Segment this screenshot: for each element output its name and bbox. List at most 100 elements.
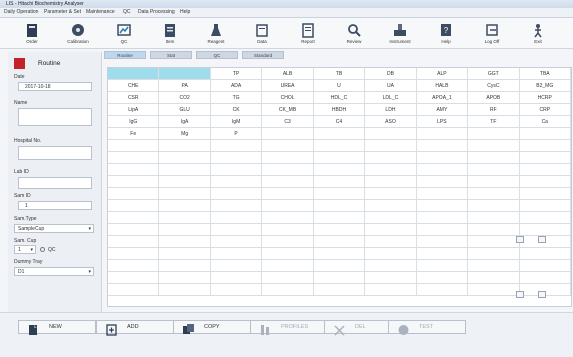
test-item-empty[interactable] [159,188,211,200]
test-item-empty[interactable] [468,260,520,272]
test-item-aso[interactable]: ASO [365,116,417,128]
test-item-empty[interactable] [365,248,417,260]
test-item-empty[interactable] [210,164,263,176]
test-item-empty[interactable] [468,272,520,284]
name-field[interactable] [18,108,92,126]
test-item-empty[interactable] [108,248,160,260]
test-item-apoa_1[interactable]: APOA_1 [416,92,469,104]
sample-type-select[interactable]: SampleCup ▾ [14,224,94,233]
test-item-empty[interactable] [519,164,571,176]
test-button[interactable]: TEST [388,320,466,335]
menu-help[interactable]: Help [180,9,190,15]
test-item-empty[interactable] [416,140,469,152]
test-item-empty[interactable] [210,224,263,236]
test-item-empty[interactable] [519,200,571,212]
toolbar-help-button[interactable]: ? Help [426,20,466,46]
test-item-empty[interactable] [519,176,571,188]
toolbar-data-button[interactable]: Data [242,20,282,46]
toolbar-report-button[interactable]: Report [288,20,328,46]
test-item-hcrp[interactable]: HCRP [519,92,571,104]
test-item-empty[interactable] [262,140,314,152]
test-item-empty[interactable] [159,272,211,284]
page-next-button[interactable] [538,291,546,298]
test-item-empty[interactable] [108,260,160,272]
test-item-empty[interactable] [365,164,417,176]
test-item-empty[interactable] [313,212,366,224]
test-item-empty[interactable] [210,236,263,248]
test-item-amy[interactable]: AMY [416,104,469,116]
test-item-empty[interactable] [262,224,314,236]
test-item-apob[interactable]: APOB [468,92,520,104]
qc-radio[interactable] [40,247,45,252]
test-item-empty[interactable] [262,152,314,164]
toolbar-exit-button[interactable]: Exit [518,20,558,46]
test-item-empty[interactable] [210,260,263,272]
test-item-ua[interactable]: UA [365,80,417,92]
test-item-empty[interactable] [365,200,417,212]
test-item-hdl_c[interactable]: HDL_C [313,92,366,104]
toolbar-item-button[interactable]: Item [150,20,190,46]
test-item-empty[interactable] [519,128,571,140]
test-item-empty[interactable] [108,284,160,296]
test-item-ck_mb[interactable]: CK_MB [262,104,314,116]
test-item-empty[interactable] [262,284,314,296]
test-item-igg[interactable]: IgG [108,116,160,128]
test-item-empty[interactable] [468,176,520,188]
test-item-empty[interactable] [365,260,417,272]
test-item-empty[interactable] [313,248,366,260]
test-item-che[interactable]: CHE [108,80,160,92]
test-item-crp[interactable]: CRP [519,104,571,116]
test-item-tp[interactable]: TP [210,68,263,80]
test-item-lipa[interactable]: LipA [108,104,160,116]
test-item-empty[interactable] [416,152,469,164]
test-item-ck[interactable]: CK [210,104,263,116]
test-item-alb[interactable]: ALB [262,68,314,80]
test-item-empty[interactable] [262,200,314,212]
test-item-empty[interactable] [365,272,417,284]
test-item-c4[interactable]: C4 [313,116,366,128]
test-item-empty[interactable] [210,188,263,200]
test-item-iga[interactable]: IgA [159,116,211,128]
test-item-empty[interactable] [468,164,520,176]
test-item-empty[interactable] [519,260,571,272]
test-item-empty[interactable] [416,272,469,284]
test-item-empty[interactable] [108,200,160,212]
test-item-ldl_c[interactable]: LDL_C [365,92,417,104]
page-prev-button[interactable] [516,236,524,243]
test-item-p[interactable]: P [210,128,263,140]
test-item-empty[interactable] [416,164,469,176]
test-item-empty[interactable] [313,224,366,236]
test-item-alp[interactable]: ALP [416,68,469,80]
test-item-empty[interactable] [210,272,263,284]
test-item-empty[interactable] [416,236,469,248]
profiles-button[interactable]: PROFILES [250,320,328,335]
test-item-empty[interactable] [210,248,263,260]
test-item-empty[interactable] [468,200,520,212]
test-item-empty[interactable] [159,236,211,248]
test-item-empty[interactable] [159,140,211,152]
tab-qc[interactable]: QC [196,51,238,59]
test-item-empty[interactable] [262,188,314,200]
test-item-empty[interactable] [262,128,314,140]
routine-mode[interactable]: Routine [14,58,98,72]
menu-daily-operation[interactable]: Daily Operation [4,9,38,15]
test-item-empty[interactable] [468,248,520,260]
test-item-tb[interactable]: TB [313,68,366,80]
test-item-empty[interactable] [416,248,469,260]
tab-stat[interactable]: Stat [150,51,192,59]
sample-cup-select[interactable]: 1 ▾ [14,245,36,254]
test-item-empty[interactable] [159,212,211,224]
test-item-ggt[interactable]: GGT [468,68,520,80]
toolbar-order-button[interactable]: Order [12,20,52,46]
test-item-empty[interactable] [210,152,263,164]
test-item-empty[interactable] [159,152,211,164]
test-item-c3[interactable]: C3 [262,116,314,128]
test-item-empty[interactable] [313,260,366,272]
test-item-empty[interactable] [313,152,366,164]
test-item-empty[interactable] [108,212,160,224]
test-item-empty[interactable] [416,200,469,212]
copy-button[interactable]: COPY [173,320,251,334]
test-item-empty[interactable] [108,224,160,236]
test-item-empty[interactable] [365,212,417,224]
page-prev-button[interactable] [516,291,524,298]
